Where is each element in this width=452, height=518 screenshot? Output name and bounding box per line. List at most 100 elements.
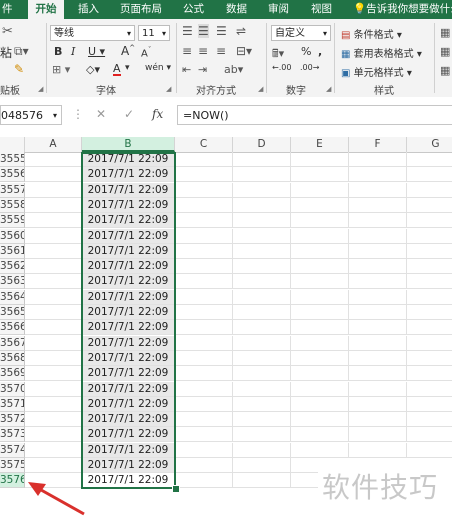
row-header[interactable]: 3567: [0, 336, 25, 351]
number-format-select[interactable]: 自定义 ▾: [271, 25, 331, 41]
paste-button[interactable]: 粘: [0, 44, 12, 61]
cell-b-value[interactable]: 2017/7/1 22:09: [82, 443, 175, 458]
cell-empty[interactable]: [175, 167, 233, 182]
cell-b-value[interactable]: 2017/7/1 22:09: [82, 274, 175, 289]
increase-indent-icon[interactable]: ⇥: [198, 63, 207, 76]
insert-function-button[interactable]: fx: [152, 107, 163, 121]
cell-empty[interactable]: [233, 473, 291, 488]
cell-empty[interactable]: [407, 259, 452, 274]
cell-b-value[interactable]: 2017/7/1 22:09: [82, 290, 175, 305]
cell-styles-button[interactable]: ▣ 单元格样式 ▾: [341, 64, 412, 79]
column-header-c[interactable]: C: [175, 137, 233, 152]
tab-insert[interactable]: 插入: [78, 0, 99, 19]
cell-empty[interactable]: [25, 336, 82, 351]
cell-empty[interactable]: [407, 167, 452, 182]
cell-empty[interactable]: [25, 183, 82, 198]
cell-empty[interactable]: [175, 229, 233, 244]
cell-empty[interactable]: [25, 305, 82, 320]
cell-empty[interactable]: [25, 320, 82, 335]
cell-empty[interactable]: [175, 458, 233, 473]
cell-empty[interactable]: [175, 290, 233, 305]
delete-cells-icon[interactable]: ▦: [440, 45, 450, 58]
cell-b-value[interactable]: 2017/7/1 22:09: [82, 397, 175, 412]
cell-empty[interactable]: [349, 213, 407, 228]
cell-empty[interactable]: [233, 336, 291, 351]
row-header[interactable]: 3563: [0, 274, 25, 289]
cell-empty[interactable]: [233, 152, 291, 167]
insert-cells-icon[interactable]: ▦: [440, 26, 450, 39]
align-bottom-icon[interactable]: ☰: [216, 24, 227, 38]
cell-empty[interactable]: [175, 351, 233, 366]
font-color-dropdown-icon[interactable]: ▾: [125, 63, 130, 73]
cell-b-value[interactable]: 2017/7/1 22:09: [82, 213, 175, 228]
cell-b-value[interactable]: 2017/7/1 22:09: [82, 412, 175, 427]
cell-empty[interactable]: [407, 213, 452, 228]
cell-empty[interactable]: [25, 443, 82, 458]
align-middle-icon[interactable]: ☰: [198, 24, 209, 38]
row-header[interactable]: 3566: [0, 320, 25, 335]
cell-empty[interactable]: [407, 397, 452, 412]
align-right-icon[interactable]: ≡: [216, 44, 226, 58]
cell-empty[interactable]: [407, 427, 452, 442]
cell-empty[interactable]: [233, 305, 291, 320]
cell-empty[interactable]: [291, 336, 349, 351]
column-header-b[interactable]: B: [82, 137, 175, 152]
cell-empty[interactable]: [233, 244, 291, 259]
cell-empty[interactable]: [25, 397, 82, 412]
cell-empty[interactable]: [175, 382, 233, 397]
cell-empty[interactable]: [407, 290, 452, 305]
tab-page-layout[interactable]: 页面布局: [120, 0, 162, 19]
cell-empty[interactable]: [291, 213, 349, 228]
cell-empty[interactable]: [233, 382, 291, 397]
cell-empty[interactable]: [349, 366, 407, 381]
cell-empty[interactable]: [291, 305, 349, 320]
alignment-launcher-icon[interactable]: ◢: [258, 85, 263, 93]
format-cells-icon[interactable]: ▦: [440, 64, 450, 77]
cell-empty[interactable]: [25, 382, 82, 397]
cell-empty[interactable]: [233, 320, 291, 335]
comma-style-button[interactable]: ,: [318, 45, 322, 58]
cell-empty[interactable]: [349, 167, 407, 182]
cell-empty[interactable]: [291, 443, 349, 458]
bold-button[interactable]: B: [54, 45, 62, 58]
cell-empty[interactable]: [349, 274, 407, 289]
cell-empty[interactable]: [175, 213, 233, 228]
cell-empty[interactable]: [407, 351, 452, 366]
cell-b-value[interactable]: 2017/7/1 22:09: [82, 458, 175, 473]
cell-empty[interactable]: [233, 443, 291, 458]
cell-empty[interactable]: [25, 427, 82, 442]
cell-b-value[interactable]: 2017/7/1 22:09: [82, 229, 175, 244]
cell-empty[interactable]: [349, 351, 407, 366]
cell-empty[interactable]: [233, 397, 291, 412]
cell-empty[interactable]: [291, 152, 349, 167]
borders-icon[interactable]: ⊞ ▾: [52, 63, 70, 76]
align-left-icon[interactable]: ≡: [182, 44, 192, 58]
cell-empty[interactable]: [25, 274, 82, 289]
cell-empty[interactable]: [349, 320, 407, 335]
cell-b-value[interactable]: 2017/7/1 22:09: [82, 167, 175, 182]
cell-empty[interactable]: [291, 366, 349, 381]
row-header[interactable]: 3573: [0, 427, 25, 442]
column-header-d[interactable]: D: [233, 137, 291, 152]
font-name-select[interactable]: 等线 ▾: [50, 25, 135, 41]
confirm-edit-button[interactable]: ✓: [124, 107, 134, 121]
cell-empty[interactable]: [407, 274, 452, 289]
cell-empty[interactable]: [25, 167, 82, 182]
cell-empty[interactable]: [291, 412, 349, 427]
cell-empty[interactable]: [25, 244, 82, 259]
tab-data[interactable]: 数据: [226, 0, 247, 19]
row-header[interactable]: 3560: [0, 229, 25, 244]
column-header-f[interactable]: F: [349, 137, 407, 152]
cell-empty[interactable]: [175, 183, 233, 198]
accounting-format-icon[interactable]: 🖩▾: [272, 45, 284, 64]
cancel-edit-button[interactable]: ✕: [96, 107, 106, 121]
cell-empty[interactable]: [175, 305, 233, 320]
cell-empty[interactable]: [407, 229, 452, 244]
cell-empty[interactable]: [349, 244, 407, 259]
row-header[interactable]: 3555: [0, 152, 25, 167]
cell-empty[interactable]: [291, 167, 349, 182]
copy-icon[interactable]: ⧉▾: [14, 44, 29, 59]
cell-empty[interactable]: [25, 366, 82, 381]
cell-empty[interactable]: [349, 229, 407, 244]
cell-empty[interactable]: [233, 366, 291, 381]
